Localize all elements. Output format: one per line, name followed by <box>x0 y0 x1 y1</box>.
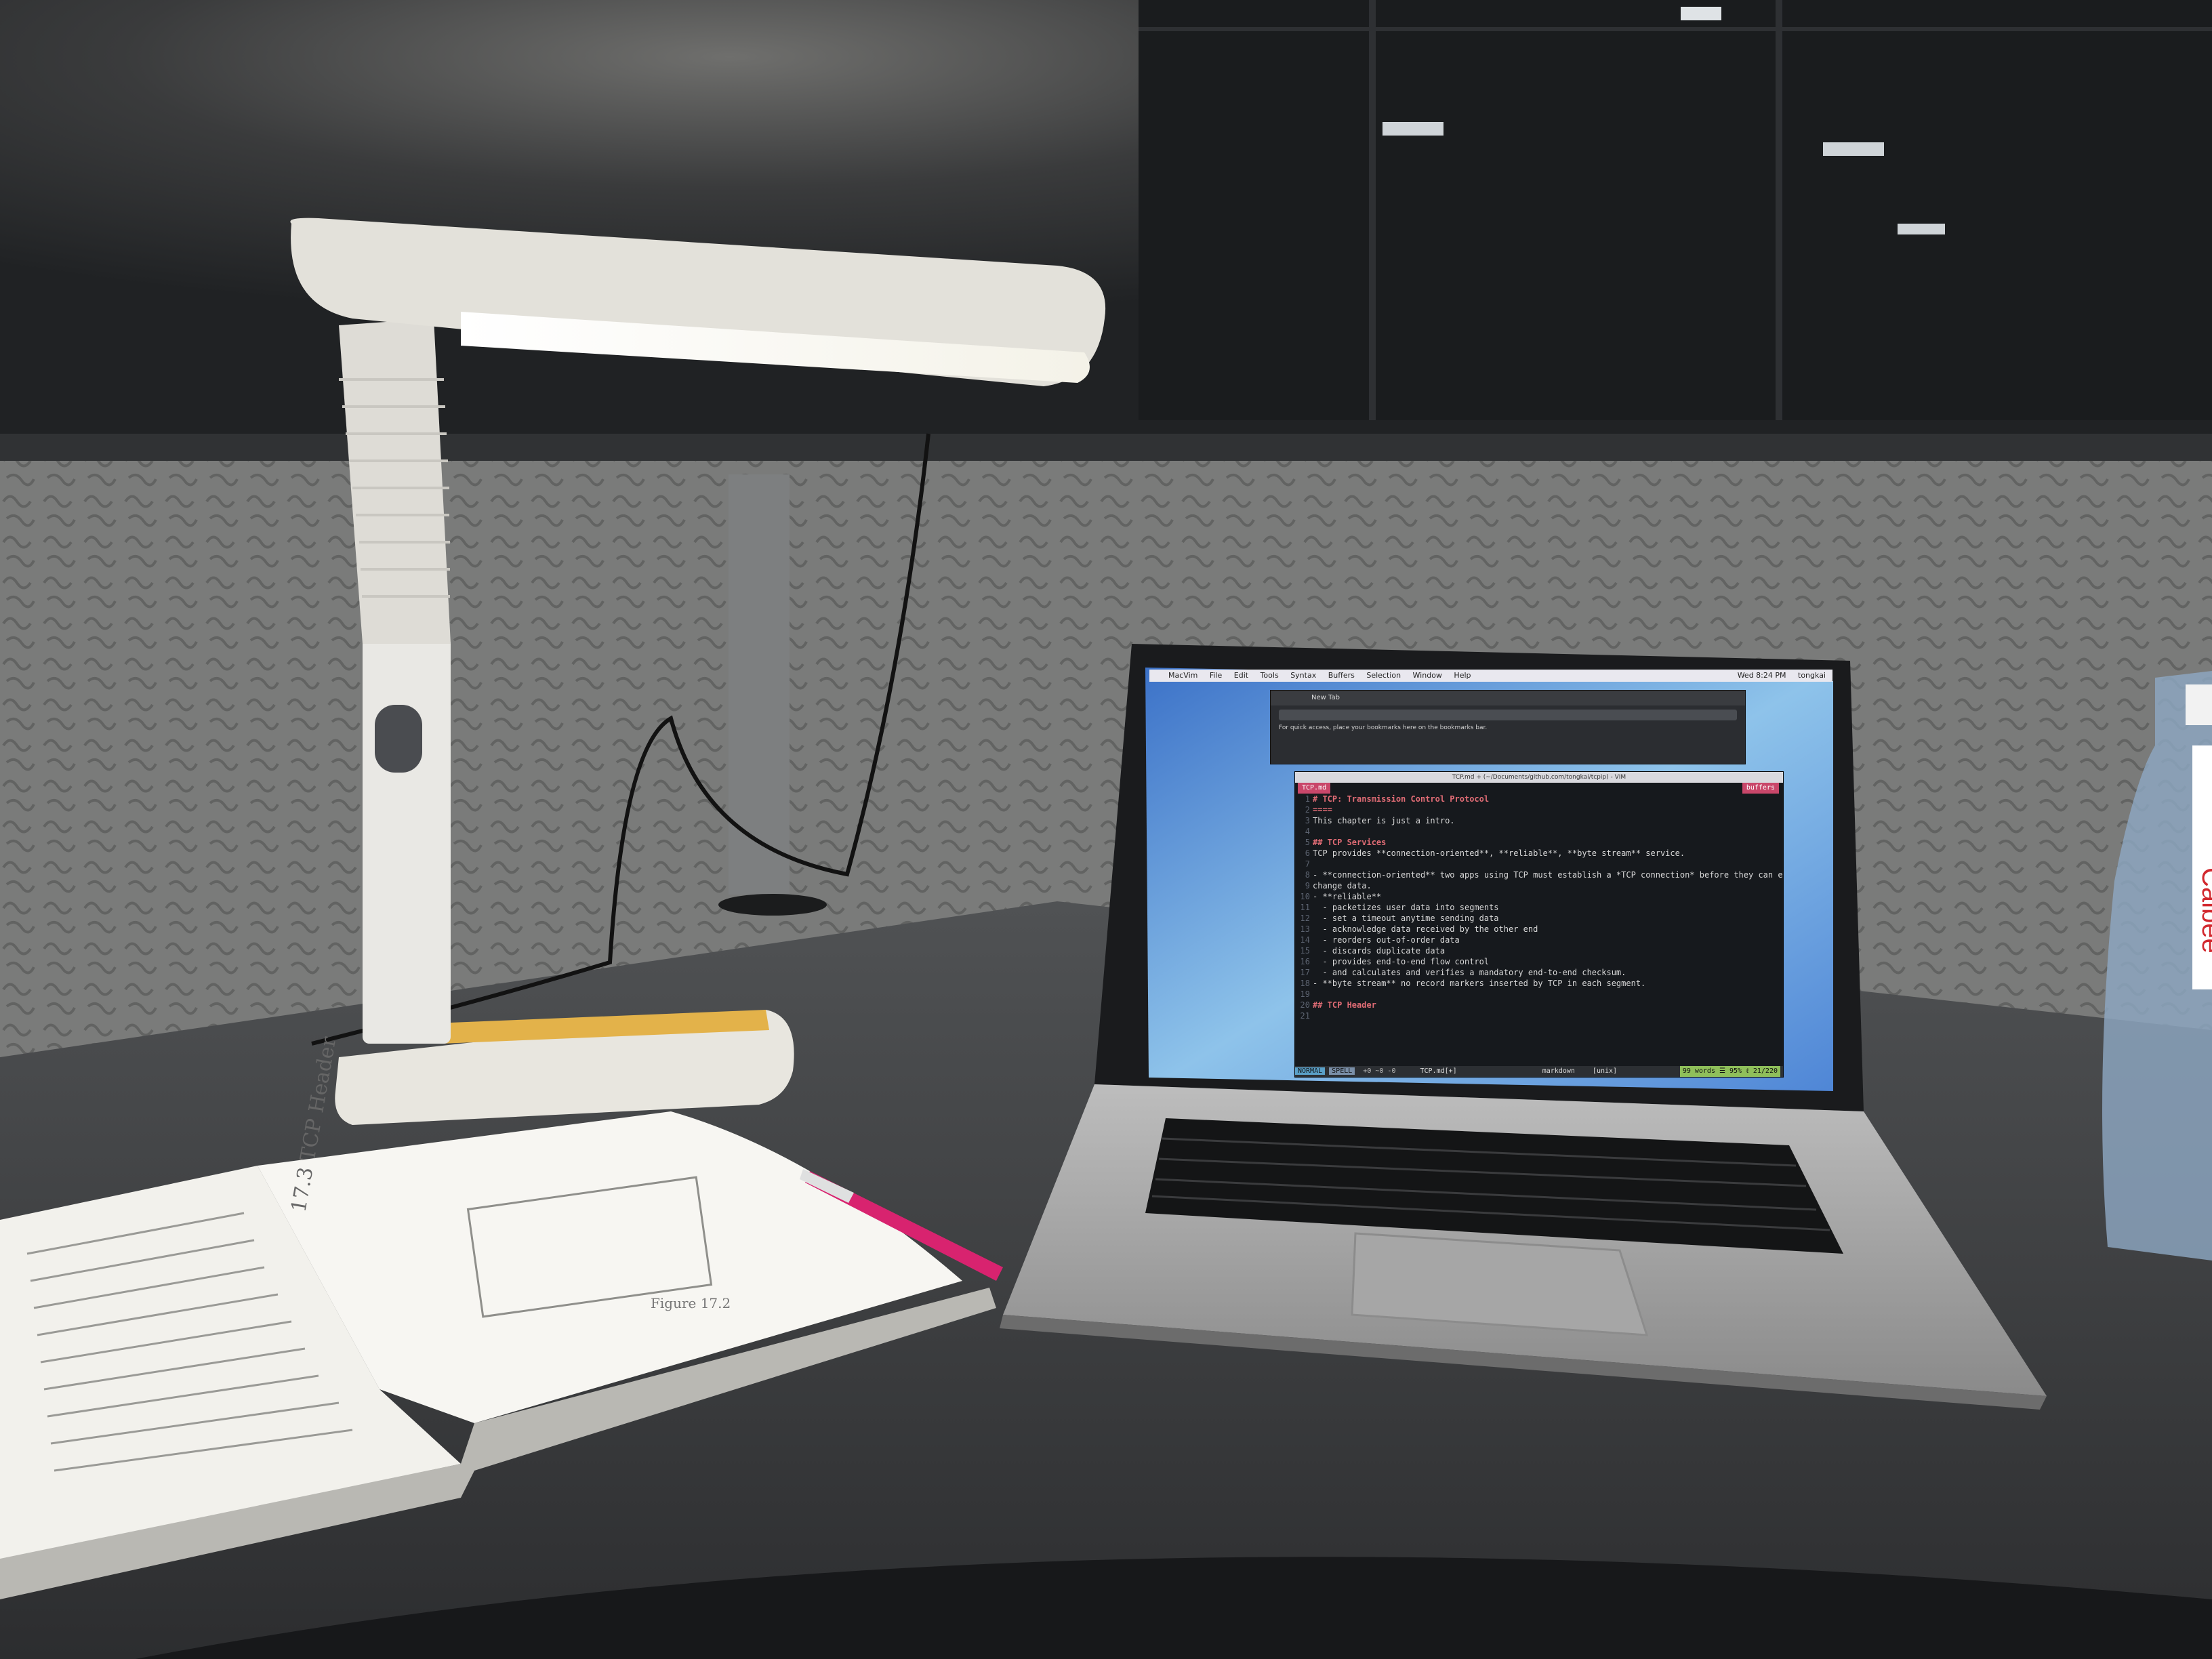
line-text: - set a timeout anytime sending data <box>1313 914 1499 923</box>
buffers-label[interactable]: buffers <box>1742 783 1779 794</box>
line-text: ## TCP Services <box>1313 838 1387 847</box>
file-name: TCP.md[+] <box>1420 1067 1457 1075</box>
file-type: markdown <box>1542 1067 1575 1075</box>
vim-statusline: NORMAL SPELL +0 ~0 -0 TCP.md[+] markdown… <box>1295 1066 1783 1077</box>
line-text: - and calculates and verifies a mandator… <box>1313 968 1626 977</box>
diff-stats: +0 ~0 -0 <box>1363 1067 1396 1075</box>
line-text: change data. <box>1313 881 1372 890</box>
bookmark-hint: For quick access, place your bookmarks h… <box>1279 724 1488 731</box>
vim-window: TCP.md + (~/Documents/github.com/tongkai… <box>1294 771 1784 1078</box>
line-text: - **connection-oriented** two apps using… <box>1313 870 1783 880</box>
menubar-user[interactable]: tongkai <box>1798 671 1826 680</box>
editor-line[interactable]: 8- **connection-oriented** two apps usin… <box>1295 869 1783 880</box>
line-text: - **reliable** <box>1313 892 1382 901</box>
line-text: - discards duplicate data <box>1313 946 1446 956</box>
editor-line[interactable]: 10- **reliable** <box>1295 891 1783 902</box>
line-number: 1 <box>1305 794 1310 804</box>
editor-line[interactable]: 19 <box>1295 989 1783 1000</box>
desk-scene: 17.3 TCP Header Figure 17.2 Calbee <box>0 0 2212 1659</box>
bottle-label: Calbee <box>2196 867 2212 954</box>
editor-line[interactable]: 1 # TCP: Transmission Control Protocol <box>1295 794 1783 804</box>
line-number: 6 <box>1305 848 1310 858</box>
editor-line[interactable]: 9 change data. <box>1295 880 1783 891</box>
editor-line[interactable]: 5 ## TCP Services <box>1295 837 1783 848</box>
line-text: ## TCP Header <box>1313 1000 1376 1010</box>
line-number: 19 <box>1300 989 1310 999</box>
spell-indicator: SPELL <box>1329 1067 1355 1075</box>
menubar-clock[interactable]: Wed 8:24 PM <box>1738 671 1786 680</box>
file-format: [unix] <box>1592 1067 1618 1075</box>
editor-line[interactable]: 21 <box>1295 1010 1783 1021</box>
editor-line[interactable]: 2 ==== <box>1295 804 1783 815</box>
editor-line[interactable]: 7 <box>1295 859 1783 869</box>
laptop-screen: MacVim File Edit Tools Syntax Buffers Se… <box>1149 670 1832 1084</box>
line-number: 12 <box>1300 914 1310 923</box>
line-number: 11 <box>1300 903 1310 912</box>
line-number: 5 <box>1305 838 1310 847</box>
book-figure-caption: Figure 17.2 <box>651 1295 731 1311</box>
editor-line[interactable]: 11 - packetizes user data into segments <box>1295 902 1783 913</box>
menu-edit[interactable]: Edit <box>1234 671 1248 680</box>
editor-line[interactable]: 20 ## TCP Header <box>1295 1000 1783 1010</box>
menu-selection[interactable]: Selection <box>1366 671 1401 680</box>
line-number: 2 <box>1305 805 1310 815</box>
line-text: - packetizes user data into segments <box>1313 903 1499 912</box>
browser-tab[interactable]: New Tab <box>1271 691 1745 705</box>
menu-tools[interactable]: Tools <box>1261 671 1279 680</box>
line-text: - acknowledge data received by the other… <box>1313 924 1538 934</box>
line-text: # TCP: Transmission Control Protocol <box>1313 794 1490 804</box>
editor-line[interactable]: 4 <box>1295 826 1783 837</box>
browser-window: New Tab For quick access, place your boo… <box>1270 690 1746 764</box>
line-number: 10 <box>1300 892 1310 901</box>
editor-line[interactable]: 12 - set a timeout anytime sending data <box>1295 913 1783 924</box>
line-number: 9 <box>1305 881 1310 890</box>
line-number: 13 <box>1300 924 1310 934</box>
editor-line[interactable]: 6 TCP provides **connection-oriented**, *… <box>1295 848 1783 859</box>
partition-rail <box>0 434 2212 461</box>
editor-text[interactable]: 1 # TCP: Transmission Control Protocol 2 ==… <box>1295 794 1783 1021</box>
vim-tab[interactable]: TCP.md <box>1298 783 1331 794</box>
editor-line[interactable]: 13 - acknowledge data received by the ot… <box>1295 924 1783 935</box>
menu-app[interactable]: MacVim <box>1168 671 1197 680</box>
line-text: This chapter is just a intro. <box>1313 816 1455 825</box>
editor-line[interactable]: 17 - and calculates and verifies a manda… <box>1295 967 1783 978</box>
line-number: 15 <box>1300 946 1310 956</box>
mac-menubar: MacVim File Edit Tools Syntax Buffers Se… <box>1149 670 1832 682</box>
line-number: 14 <box>1300 935 1310 945</box>
line-number: 21 <box>1300 1011 1310 1021</box>
menu-syntax[interactable]: Syntax <box>1290 671 1316 680</box>
mode-indicator: NORMAL <box>1295 1067 1326 1075</box>
editor-line[interactable]: 15 - discards duplicate data <box>1295 945 1783 956</box>
editor-line[interactable]: 18- **byte stream** no record markers in… <box>1295 978 1783 989</box>
office-window <box>1139 0 2212 420</box>
address-bar[interactable] <box>1279 710 1737 720</box>
menu-help[interactable]: Help <box>1454 671 1471 680</box>
line-number: 3 <box>1305 816 1310 825</box>
editor-line[interactable]: 16 - provides end-to-end flow control <box>1295 956 1783 967</box>
menu-file[interactable]: File <box>1210 671 1222 680</box>
editor-line[interactable]: 3 This chapter is just a intro. <box>1295 815 1783 826</box>
line-number: 17 <box>1300 968 1310 977</box>
desk-grommet <box>718 894 827 916</box>
line-number: 20 <box>1300 1000 1310 1010</box>
line-number: 7 <box>1305 859 1310 869</box>
line-number: 18 <box>1300 979 1310 988</box>
menu-window[interactable]: Window <box>1413 671 1442 680</box>
line-number: 4 <box>1305 827 1310 836</box>
line-text: - provides end-to-end flow control <box>1313 957 1490 966</box>
editor-line[interactable]: 14 - reorders out-of-order data <box>1295 935 1783 945</box>
line-text: ==== <box>1313 805 1332 815</box>
line-number: 8 <box>1305 870 1310 880</box>
line-number: 16 <box>1300 957 1310 966</box>
line-text: - **byte stream** no record markers inse… <box>1313 979 1646 988</box>
cursor-position: 99 words ☰ 95% ℓ 21/220 <box>1679 1066 1780 1077</box>
line-text: - reorders out-of-order data <box>1313 935 1460 945</box>
vim-title: TCP.md + (~/Documents/github.com/tongkai… <box>1295 772 1783 783</box>
menu-buffers[interactable]: Buffers <box>1328 671 1355 680</box>
line-text: TCP provides **connection-oriented**, **… <box>1313 848 1685 858</box>
